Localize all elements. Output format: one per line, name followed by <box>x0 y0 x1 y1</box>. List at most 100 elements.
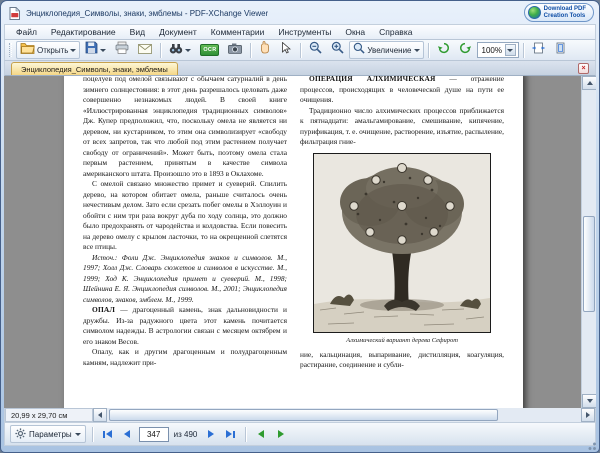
search-button[interactable] <box>165 41 195 59</box>
prev-page-icon <box>124 430 130 438</box>
horizontal-scroll-thumb[interactable] <box>109 409 498 421</box>
menu-file[interactable]: Файл <box>9 25 44 39</box>
zoom-out-icon <box>309 41 322 59</box>
scroll-up-icon <box>587 81 593 85</box>
fit-width-icon <box>532 41 545 59</box>
close-document-button[interactable]: × <box>578 63 589 74</box>
ocr-button[interactable]: OCR <box>196 41 223 59</box>
open-button[interactable]: Открыть <box>16 41 80 59</box>
download-tools-icon <box>528 6 541 19</box>
first-page-button[interactable] <box>99 426 116 442</box>
scroll-down-button[interactable] <box>582 394 596 408</box>
prev-page-button[interactable] <box>119 426 136 442</box>
open-folder-icon <box>20 41 35 59</box>
scroll-right-icon <box>586 412 590 418</box>
scroll-down-icon <box>587 399 593 403</box>
status-bar: Параметры из 490 <box>4 422 596 446</box>
rotate-ccw-button[interactable] <box>433 41 454 59</box>
document-tab[interactable]: Энциклопедия_Символы, знаки, эмблемы <box>11 62 178 75</box>
print-button[interactable] <box>111 41 133 59</box>
menu-document[interactable]: Документ <box>152 25 204 39</box>
resize-grip[interactable] <box>585 439 597 451</box>
toolbar-separator <box>160 43 161 58</box>
scroll-left-icon <box>98 412 102 418</box>
close-icon: × <box>581 65 585 72</box>
document-tab-label: Энциклопедия_Символы, знаки, эмблемы <box>21 65 168 74</box>
zoom-magnifier-icon <box>353 41 365 59</box>
snapshot-button[interactable] <box>224 41 246 59</box>
open-button-label: Открыть <box>37 46 68 55</box>
hand-tool-button[interactable] <box>255 41 275 59</box>
vertical-scroll-thumb[interactable] <box>583 216 595 312</box>
zoom-percent-combo[interactable]: 100% <box>477 42 519 58</box>
menu-view[interactable]: Вид <box>123 25 152 39</box>
horizontal-scroll-row: 20,99 x 29,70 см <box>4 408 596 422</box>
page-left-column: поцелуев под омелой связывают с обычаем … <box>83 76 287 408</box>
horizontal-scroll-track[interactable] <box>107 408 581 422</box>
last-page-button[interactable] <box>222 426 239 442</box>
menu-windows[interactable]: Окна <box>338 25 372 39</box>
fit-width-button[interactable] <box>528 41 549 59</box>
chevron-down-icon <box>185 49 191 52</box>
next-view-button[interactable] <box>272 426 289 442</box>
zoom-dropdown-button[interactable]: Увеличение <box>349 41 423 59</box>
fit-page-icon <box>554 41 567 59</box>
title-bar[interactable]: Энциклопедия_Символы, знаки, эмблемы - P… <box>1 1 599 24</box>
chevron-down-icon <box>100 49 106 52</box>
menu-help[interactable]: Справка <box>372 25 419 39</box>
window-title: Энциклопедия_Символы, знаки, эмблемы - P… <box>26 9 268 18</box>
page-total-label: из 490 <box>172 430 200 439</box>
chevron-down-icon <box>414 49 420 52</box>
first-page-icon <box>106 430 112 438</box>
gear-icon <box>15 428 26 441</box>
last-page-icon <box>233 431 235 438</box>
next-page-button[interactable] <box>202 426 219 442</box>
scroll-left-button[interactable] <box>93 408 107 422</box>
zoom-out-button[interactable] <box>305 41 326 59</box>
page-right-column: ОПЕРАЦИЯ АЛХИМИЧЕСКАЯ — отражение процес… <box>300 76 504 408</box>
opal-headword: ОПАЛ <box>92 305 115 314</box>
statusbar-separator <box>92 427 93 442</box>
vertical-scrollbar[interactable] <box>581 76 596 408</box>
alchemical-tree-image <box>313 153 491 333</box>
email-button[interactable] <box>134 41 156 59</box>
paragraph: С омелой связано множество примет и суев… <box>83 179 287 253</box>
download-tools-button[interactable]: Download PDF Creation Tools <box>524 3 594 22</box>
app-window: Энциклопедия_Символы, знаки, эмблемы - P… <box>0 0 600 453</box>
combo-dropdown-button[interactable] <box>505 44 516 56</box>
menu-edit[interactable]: Редактирование <box>44 25 123 39</box>
pdf-page[interactable]: поцелуев под омелой связывают с обычаем … <box>64 76 523 408</box>
options-button[interactable]: Параметры <box>10 425 86 443</box>
search-binoculars-icon <box>169 41 183 59</box>
page-number-input[interactable] <box>139 427 169 442</box>
chevron-down-icon <box>507 49 513 52</box>
scroll-right-button[interactable] <box>581 408 595 422</box>
toolbar-separator <box>523 43 524 58</box>
sources-paragraph: Источ.: Фоли Дж. Энциклопедия знаков и с… <box>83 253 287 306</box>
rotate-ccw-icon <box>437 41 450 59</box>
menu-comments[interactable]: Комментарии <box>204 25 272 39</box>
hand-tool-icon <box>259 41 271 59</box>
previous-view-button[interactable] <box>252 426 269 442</box>
toolbar-grip[interactable] <box>9 43 12 57</box>
document-viewport[interactable]: поцелуев под омелой связывают с обычаем … <box>4 76 596 408</box>
zoom-percent-value: 100% <box>482 46 502 55</box>
save-button[interactable] <box>81 41 110 59</box>
select-tool-button[interactable] <box>276 41 296 59</box>
image-caption: Алхимический вариант дерева Сефирот <box>300 336 504 345</box>
paragraph: Опалу, как и другим драгоценным и полудр… <box>83 347 287 368</box>
menu-tools[interactable]: Инструменты <box>271 25 338 39</box>
document-tab-bar: Энциклопедия_Символы, знаки, эмблемы × <box>4 61 596 76</box>
paragraph: поцелуев под омелой связывают с обычаем … <box>83 76 287 179</box>
prev-view-icon <box>258 430 264 438</box>
rotate-cw-button[interactable] <box>455 41 476 59</box>
select-arrow-icon <box>281 41 291 59</box>
fit-page-button[interactable] <box>550 41 571 59</box>
chevron-down-icon <box>70 49 76 52</box>
zoom-in-button[interactable] <box>327 41 348 59</box>
zoom-in-icon <box>331 41 344 59</box>
toolbar-separator <box>250 43 251 58</box>
menu-bar: Файл Редактирование Вид Документ Коммент… <box>4 24 596 40</box>
promo-line2: Creation Tools <box>544 13 586 20</box>
scroll-up-button[interactable] <box>582 76 596 90</box>
